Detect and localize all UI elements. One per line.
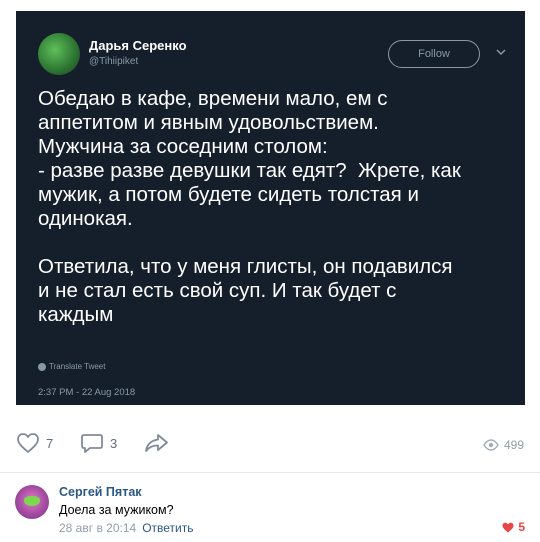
- comment-author-avatar[interactable]: [15, 485, 49, 519]
- tweet-timestamp: 2:37 PM - 22 Aug 2018: [38, 387, 136, 398]
- globe-icon: [38, 362, 46, 371]
- divider: [0, 472, 540, 473]
- like-button[interactable]: 7: [16, 432, 53, 454]
- comment-reply-link[interactable]: Ответить: [142, 521, 193, 535]
- comment-like-button[interactable]: 5: [502, 520, 525, 534]
- eye-icon: [483, 439, 499, 451]
- comment-button[interactable]: 3: [80, 432, 117, 454]
- share-arrow-icon: [145, 434, 168, 452]
- heart-filled-icon: [502, 522, 514, 532]
- tweet-screenshot[interactable]: Дарья Серенко @Tihiipiket Follow Обедаю …: [16, 11, 525, 405]
- tweet-text: Обедаю в кафе, времени мало, ем с аппети…: [38, 87, 461, 326]
- comment-icon: [81, 434, 103, 453]
- like-count: 7: [46, 435, 54, 451]
- comment-meta: 28 авг в 20:14 Ответить: [59, 521, 193, 535]
- views-counter: 499: [483, 438, 524, 452]
- chevron-down-icon: [496, 49, 506, 56]
- tweet-author-name: Дарья Серенко: [89, 38, 187, 53]
- tweet-translate: Translate Tweet: [38, 362, 105, 371]
- comment-date[interactable]: 28 авг в 20:14: [59, 521, 136, 535]
- share-button[interactable]: [144, 432, 170, 454]
- tweet-author-avatar: [38, 33, 80, 75]
- tweet-follow-button: Follow: [388, 40, 480, 68]
- tweet-translate-label: Translate Tweet: [49, 362, 106, 371]
- comment-count: 3: [110, 435, 118, 451]
- comment-author-name[interactable]: Сергей Пятак: [59, 485, 142, 499]
- views-count: 499: [503, 438, 524, 452]
- heart-outline-icon: [17, 433, 39, 453]
- comment-like-count: 5: [518, 520, 525, 534]
- post-actions-bar: 7 3 499: [16, 432, 528, 462]
- tweet-author-handle: @Tihiipiket: [89, 56, 139, 67]
- comment-text: Доела за мужиком?: [59, 503, 174, 517]
